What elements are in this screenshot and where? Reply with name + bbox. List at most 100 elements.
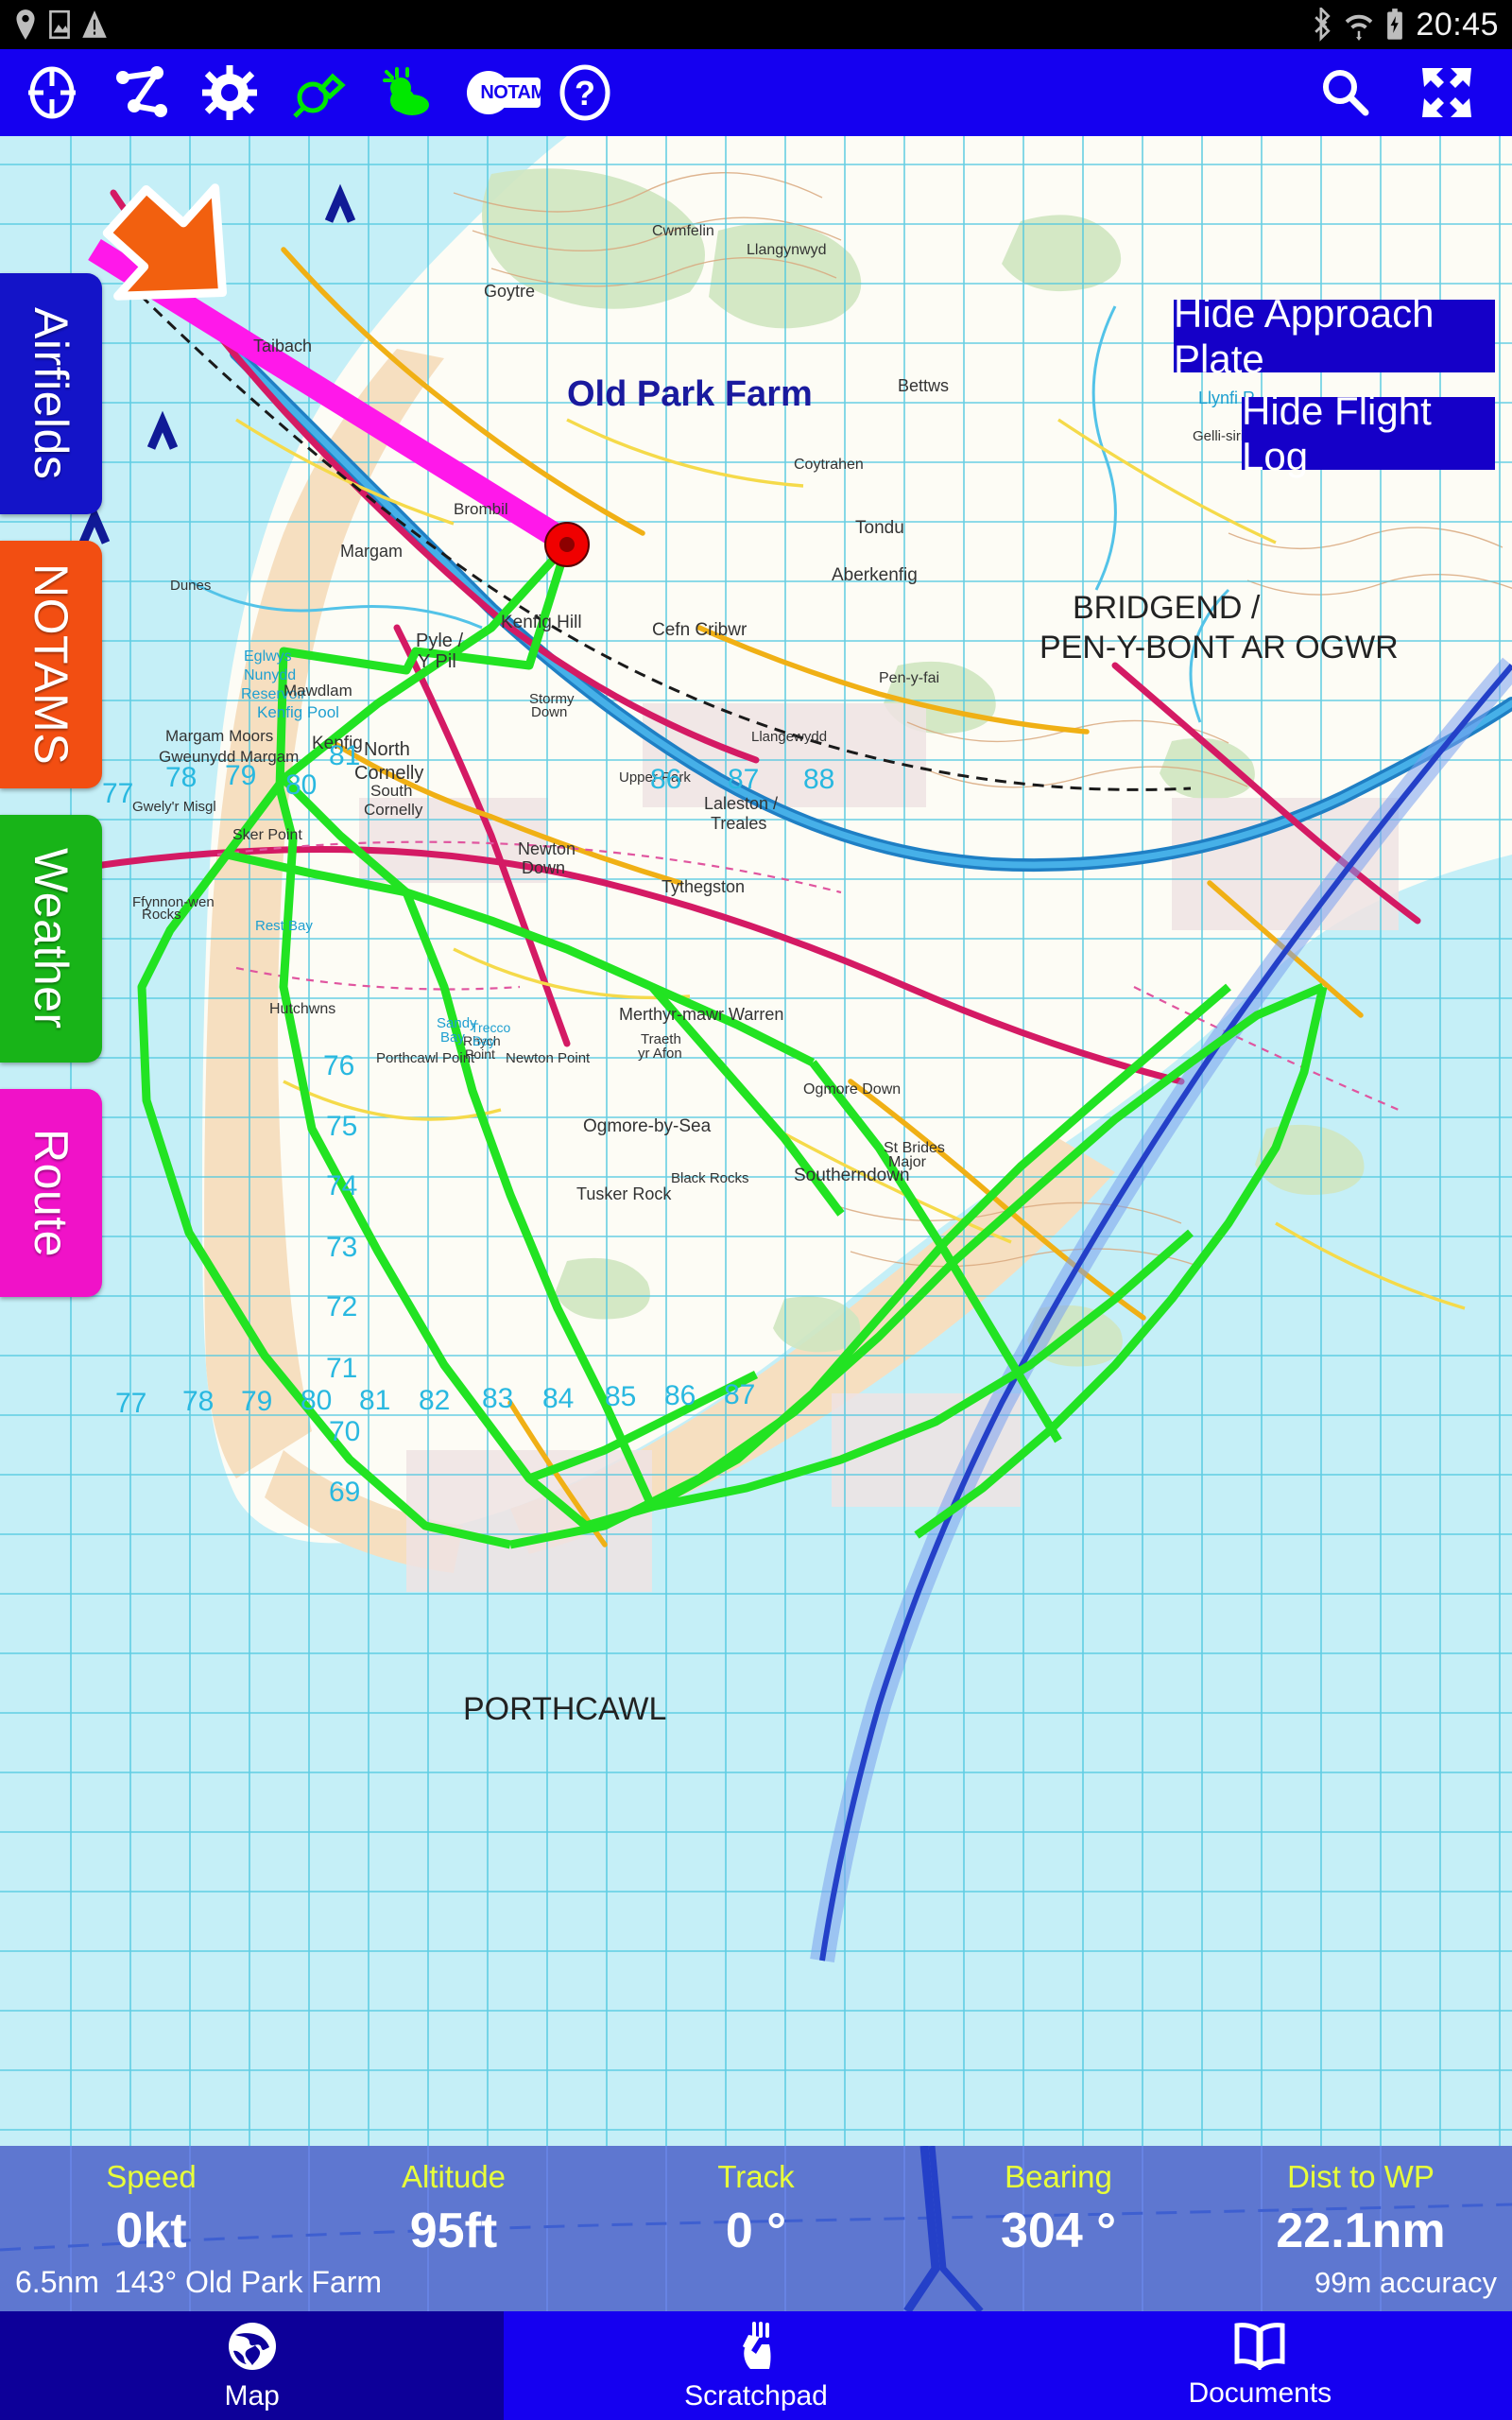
data-label-speed: Speed <box>106 2159 197 2194</box>
map-label: Down <box>531 704 567 720</box>
map-grid-label: 73 <box>326 1232 357 1263</box>
map-grid-label: 77 <box>115 1388 146 1419</box>
wifi-icon <box>1346 14 1373 41</box>
status-bar-right-icons: 20:45 <box>1312 8 1499 42</box>
aircraft-position-marker <box>544 522 590 567</box>
sidebar-tab-weather-label: Weather <box>25 848 77 1029</box>
map-grid-label: 81 <box>329 740 360 771</box>
map-label: Major <box>888 1154 927 1170</box>
waypoint-distance: 6.5nm <box>15 2265 99 2299</box>
map-grid-label: 86 <box>650 764 681 795</box>
map-grid-label: 88 <box>803 764 834 795</box>
map-label: Tondu <box>855 518 904 538</box>
data-field-speed: Speed 0kt <box>0 2159 302 2259</box>
map-grid-label: 80 <box>301 1385 332 1416</box>
route-planner-icon[interactable] <box>112 63 170 122</box>
map-label: Ogmore-by-Sea <box>583 1116 712 1136</box>
map-label: Pen-y-fai <box>879 670 939 686</box>
airfield-marker-icon[interactable] <box>289 63 348 122</box>
map-label: Dunes <box>170 578 211 594</box>
map-grid-label: 79 <box>241 1386 272 1417</box>
sidebar-tab-weather[interactable]: Weather <box>0 815 102 1063</box>
nav-tab-map[interactable]: Map <box>0 2311 505 2420</box>
status-bar-clock: 20:45 <box>1416 7 1499 43</box>
map-grid-label: 78 <box>182 1386 214 1417</box>
map-grid-label: 84 <box>542 1383 574 1414</box>
map-label: Rest Bay <box>255 918 313 934</box>
map-label: Down <box>522 858 565 877</box>
map-label: Coytrahen <box>794 457 864 473</box>
map-label: Bay <box>472 1033 495 1048</box>
databar-footer: 6.5nm 143° Old Park Farm 99m accuracy <box>0 2265 1512 2300</box>
map-grid-label: 86 <box>664 1380 696 1411</box>
map-label: Laleston / <box>704 794 778 813</box>
toolbar-right-group <box>1315 63 1489 122</box>
app-toolbar: NOTAM ? <box>0 49 1512 136</box>
map-label: Y Pil <box>418 651 456 672</box>
map-label: Kenfig Hill <box>501 613 582 632</box>
map-grid-label: 83 <box>482 1383 513 1414</box>
data-value-speed: 0kt <box>115 2203 187 2258</box>
map-label: Cornelly <box>364 801 423 819</box>
hide-flight-log-button[interactable]: Hide Flight Log <box>1242 389 1495 478</box>
map-grid-label: 76 <box>323 1050 354 1081</box>
weather-sun-cloud-icon[interactable] <box>378 63 437 122</box>
hand-writing-icon <box>742 2321 771 2369</box>
help-question-icon[interactable]: ? <box>556 63 614 122</box>
nav-tab-scratchpad-label: Scratchpad <box>684 2379 828 2411</box>
map-label: South <box>370 782 412 800</box>
map-grid-label: 78 <box>165 762 197 793</box>
map-label: Mawdlam <box>284 682 352 700</box>
sidebar-tab-route-label: Route <box>25 1129 77 1257</box>
notam-badge-icon[interactable]: NOTAM <box>467 63 546 122</box>
fullscreen-expand-icon[interactable] <box>1418 63 1476 122</box>
map-label: Margam Moors <box>165 727 273 745</box>
settings-gear-icon[interactable] <box>200 63 259 122</box>
map-grid-label: 80 <box>285 769 317 801</box>
map-label: Point <box>465 1046 495 1062</box>
toolbar-icon-group: NOTAM ? <box>23 63 614 122</box>
map-label: Cwmfelin <box>652 223 714 239</box>
nav-tab-documents-label: Documents <box>1188 2377 1332 2409</box>
map-side-tabs: Airfields NOTAMS Weather Route <box>0 273 102 1323</box>
nav-tab-scratchpad[interactable]: Scratchpad <box>504 2311 1008 2420</box>
map-label: Cefn Cribwr <box>652 620 747 640</box>
map-grid-label: 85 <box>605 1381 636 1412</box>
map-label: Tusker Rock <box>576 1184 672 1203</box>
hide-approach-plate-button[interactable]: Hide Approach Plate <box>1174 291 1495 381</box>
flight-data-bar: Speed 0kt Altitude 95ft Track 0 ° Bearin… <box>0 2146 1512 2311</box>
data-field-track: Track 0 ° <box>605 2159 907 2259</box>
sidebar-tab-airfields[interactable]: Airfields <box>0 273 102 514</box>
map-grid-label: 82 <box>419 1385 450 1416</box>
map-label: Bay <box>440 1029 465 1046</box>
data-label-track: Track <box>717 2159 795 2194</box>
warning-triangle-icon <box>82 10 107 38</box>
map-label: Llangynwyd <box>747 242 827 258</box>
map-label: BRIDGEND / <box>1073 590 1261 626</box>
notam-label: NOTAM <box>480 81 546 103</box>
map-label: Ogmore Down <box>803 1081 901 1098</box>
map-label: yr Afon <box>638 1046 682 1062</box>
search-icon[interactable] <box>1315 63 1374 122</box>
data-label-altitude: Altitude <box>401 2159 507 2194</box>
map-grid-label: 69 <box>329 1477 360 1508</box>
data-label-bearing: Bearing <box>1005 2159 1112 2194</box>
map-canvas[interactable]: Old Park Farm BRIDGEND / PEN-Y-BONT AR OGW… <box>0 136 1512 2146</box>
map-label: Goytre <box>484 282 535 301</box>
map-label: Pyle / <box>416 631 463 651</box>
map-grid-label: 75 <box>326 1111 357 1142</box>
globe-icon <box>228 2322 276 2370</box>
map-label: Eglwys <box>244 648 292 665</box>
data-value-bearing: 304 ° <box>1000 2203 1116 2258</box>
data-label-dist-to-wp: Dist to WP <box>1287 2159 1435 2194</box>
map-label: Sker Point <box>232 827 302 843</box>
map-label: Newton Point <box>506 1050 591 1066</box>
map-label: Taibach <box>253 337 312 355</box>
crosshair-target-icon[interactable] <box>23 63 81 122</box>
nav-tab-documents[interactable]: Documents <box>1007 2311 1512 2420</box>
map-grid-label: 77 <box>102 778 133 809</box>
map-grid-label: 70 <box>329 1416 360 1447</box>
sidebar-tab-notams-label: NOTAMS <box>25 563 77 766</box>
sidebar-tab-notams[interactable]: NOTAMS <box>0 541 102 788</box>
sidebar-tab-route[interactable]: Route <box>0 1089 102 1297</box>
